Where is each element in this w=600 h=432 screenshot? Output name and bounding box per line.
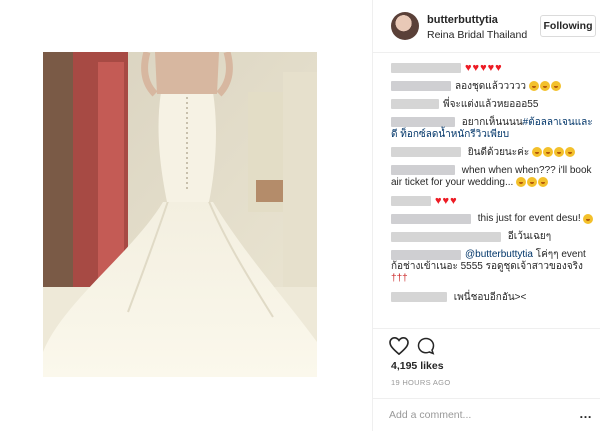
comment-username-redacted[interactable] [391, 147, 461, 157]
comment: ♥♥♥♥♥ [391, 62, 596, 75]
red-heart-icon: ♥ [465, 62, 472, 74]
bride-in-dress-image [43, 52, 317, 377]
comment-text: ยินดีด้วยนะค่ะ [465, 146, 532, 158]
comment-username-redacted[interactable] [391, 63, 461, 73]
comment-username-redacted[interactable] [391, 195, 431, 206]
emoji-icon [516, 177, 527, 187]
comment: เพนี่ชอบอีกอัน>< [391, 292, 596, 304]
comment-username-redacted[interactable] [391, 165, 455, 175]
emoji-icon [550, 81, 561, 91]
comment-text: this just for event desu! [475, 213, 584, 225]
username[interactable]: butterbuttytia [427, 14, 498, 26]
red-heart-icon: ♥ [495, 62, 502, 74]
emoji-icon [583, 213, 594, 224]
post-photo[interactable] [43, 52, 317, 377]
post-media-area [0, 0, 372, 431]
more-options-icon[interactable]: … [579, 407, 592, 423]
following-button[interactable]: Following [540, 15, 596, 37]
comment: ลองชุดแล้ววววว [391, 81, 596, 93]
emoji-icon [538, 177, 549, 187]
comment-text: พี่จะแต่งแล้วหยอออ55 [443, 98, 539, 110]
emoji-icon [553, 147, 564, 157]
comment-username-redacted[interactable] [391, 99, 439, 109]
likes-count[interactable]: 4,195 likes [391, 360, 444, 372]
comment-username-redacted[interactable] [391, 117, 455, 127]
heart-icon[interactable] [389, 337, 409, 355]
comment-text: อีเว้นเฉยๆ [505, 231, 552, 243]
comment-text: เพนี่ชอบอีกอัน>< [451, 291, 527, 303]
add-comment-input[interactable] [389, 406, 559, 424]
comment-username-redacted[interactable] [391, 292, 447, 303]
comment-username-redacted[interactable] [391, 249, 461, 260]
comment: อยากเห็นนนน#ต้อลลาเจนและดี ท็อกซ์ลดน้ำหน… [391, 117, 596, 141]
comment-mention[interactable]: @butterbuttytia [465, 249, 533, 260]
emoji-icon [564, 147, 575, 157]
red-heart-icon: ♥ [442, 194, 450, 207]
post-timestamp: 19 HOURS AGO [391, 378, 451, 387]
red-heart-icon: ♥ [487, 62, 495, 74]
action-bar [373, 328, 600, 359]
comment: when when when??? i'll book air ticket f… [391, 165, 596, 189]
comment-icon[interactable] [417, 337, 435, 355]
emoji-icon [528, 81, 539, 91]
comments-list: ♥♥♥♥♥ ลองชุดแล้ววววว พี่จะแต่งแล้วหยอออ55… [391, 62, 596, 310]
comment: ยินดีด้วยนะค่ะ [391, 147, 596, 159]
red-heart-icon: ♥ [450, 194, 457, 207]
red-heart-icon: ♥ [480, 62, 487, 74]
emoji-icon [531, 147, 542, 157]
comment: อีเว้นเฉยๆ [391, 231, 596, 243]
post-header: butterbuttytia Reina Bridal Thailand Fol… [373, 0, 600, 53]
location[interactable]: Reina Bridal Thailand [427, 29, 527, 41]
comment: ♥♥♥ [391, 195, 596, 208]
comment: this just for event desu! [391, 213, 596, 225]
comment-username-redacted[interactable] [391, 231, 501, 242]
emoji-icon [542, 147, 553, 157]
post-info-panel: butterbuttytia Reina Bridal Thailand Fol… [372, 0, 600, 431]
red-heart-icon: ♥ [472, 62, 480, 74]
red-heart-icon: ♥ [435, 194, 442, 207]
emoji-icon [527, 177, 538, 187]
comment-username-redacted[interactable] [391, 81, 451, 91]
avatar[interactable] [391, 12, 419, 40]
comment: @butterbuttytia โค่ๆๆ event ก้อช่างเข้าเ… [391, 249, 596, 286]
add-comment-bar: … [373, 398, 600, 432]
emoji-icon [539, 81, 550, 91]
comment-username-redacted[interactable] [391, 213, 471, 224]
comment: พี่จะแต่งแล้วหยอออ55 [391, 99, 596, 111]
comment-text: อยากเห็นนนน [459, 116, 523, 128]
pushpin-icon: † [402, 273, 408, 285]
comment-text: ลองชุดแล้ววววว [455, 80, 529, 92]
